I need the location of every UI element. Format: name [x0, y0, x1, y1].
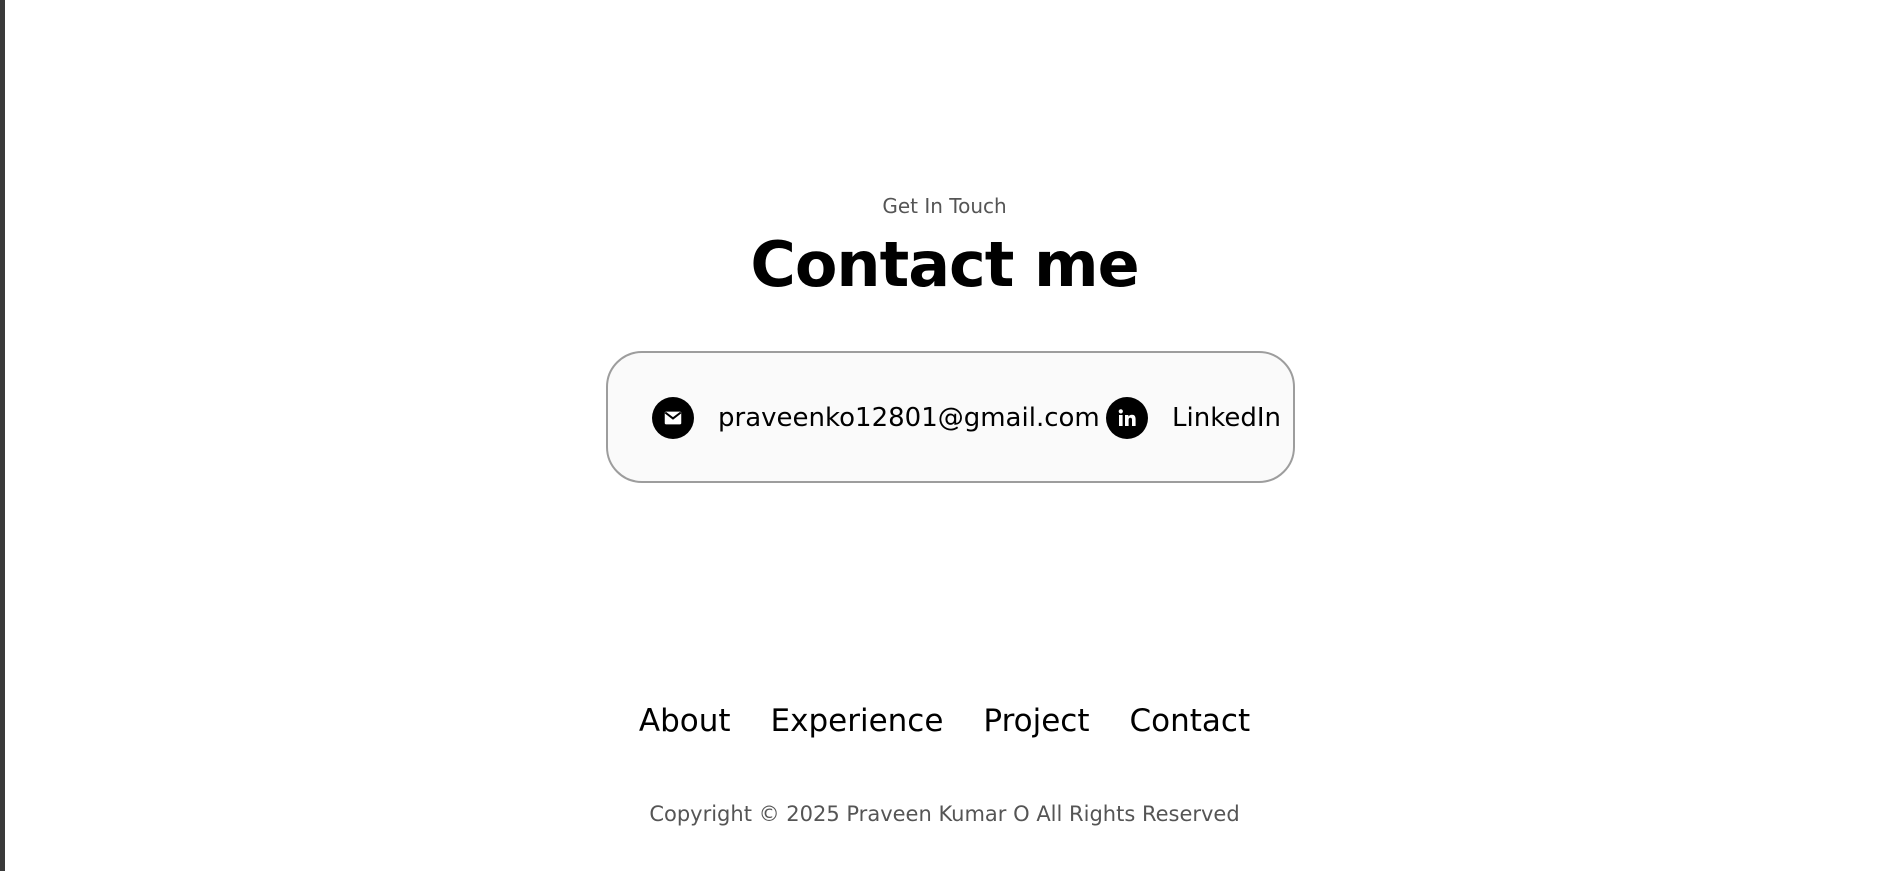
footer-link-about[interactable]: About — [639, 703, 731, 739]
footer-link-contact[interactable]: Contact — [1130, 703, 1251, 739]
copyright-text: Copyright © 2025 Praveen Kumar O All Rig… — [649, 802, 1240, 826]
linkedin-contact[interactable]: LinkedIn — [1106, 397, 1281, 439]
contact-info-box: praveenko12801@gmail.com LinkedIn — [606, 351, 1295, 483]
email-icon[interactable] — [652, 397, 694, 439]
footer-link-project[interactable]: Project — [983, 703, 1089, 739]
contact-subtitle: Get In Touch — [882, 194, 1007, 218]
page: Get In Touch Contact me praveenko12801@g… — [0, 0, 1889, 871]
linkedin-link[interactable]: LinkedIn — [1172, 403, 1281, 433]
email-address[interactable]: praveenko12801@gmail.com — [718, 403, 1100, 433]
footer-link-experience[interactable]: Experience — [771, 703, 944, 739]
contact-title: Contact me — [750, 228, 1139, 301]
email-contact[interactable]: praveenko12801@gmail.com — [652, 397, 1100, 439]
window-left-edge — [0, 0, 5, 871]
footer-nav: About Experience Project Contact — [0, 703, 1889, 739]
linkedin-icon[interactable] — [1106, 397, 1148, 439]
